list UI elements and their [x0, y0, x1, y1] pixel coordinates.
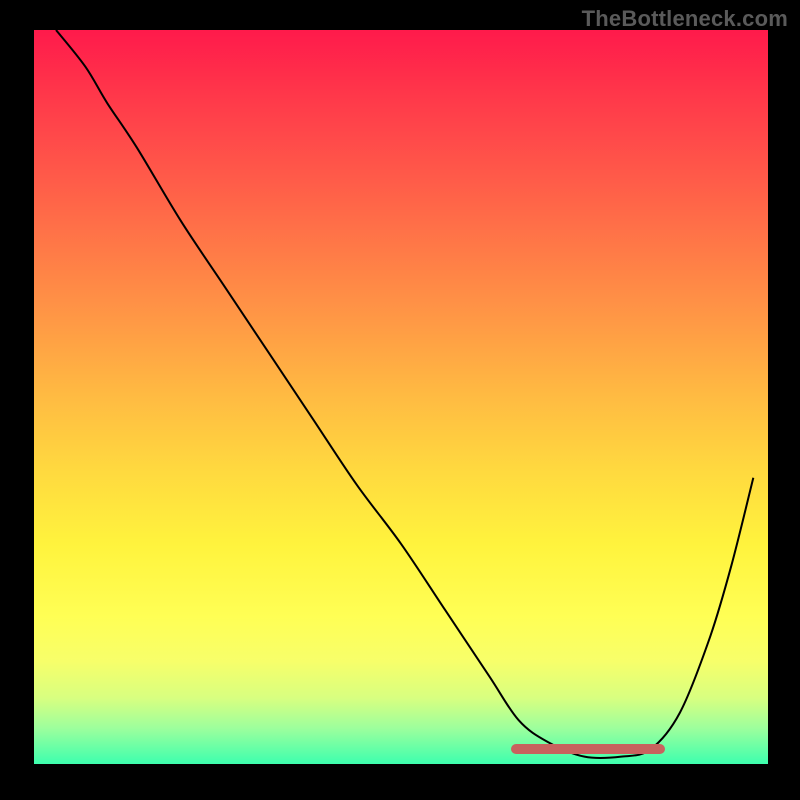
valley-optimal-band: [511, 744, 665, 754]
plot-area: [34, 30, 768, 764]
curve-layer: [34, 30, 768, 764]
watermark-text: TheBottleneck.com: [582, 6, 788, 32]
bottleneck-curve: [56, 30, 753, 758]
frame: TheBottleneck.com: [0, 0, 800, 800]
curve-svg: [34, 30, 768, 764]
